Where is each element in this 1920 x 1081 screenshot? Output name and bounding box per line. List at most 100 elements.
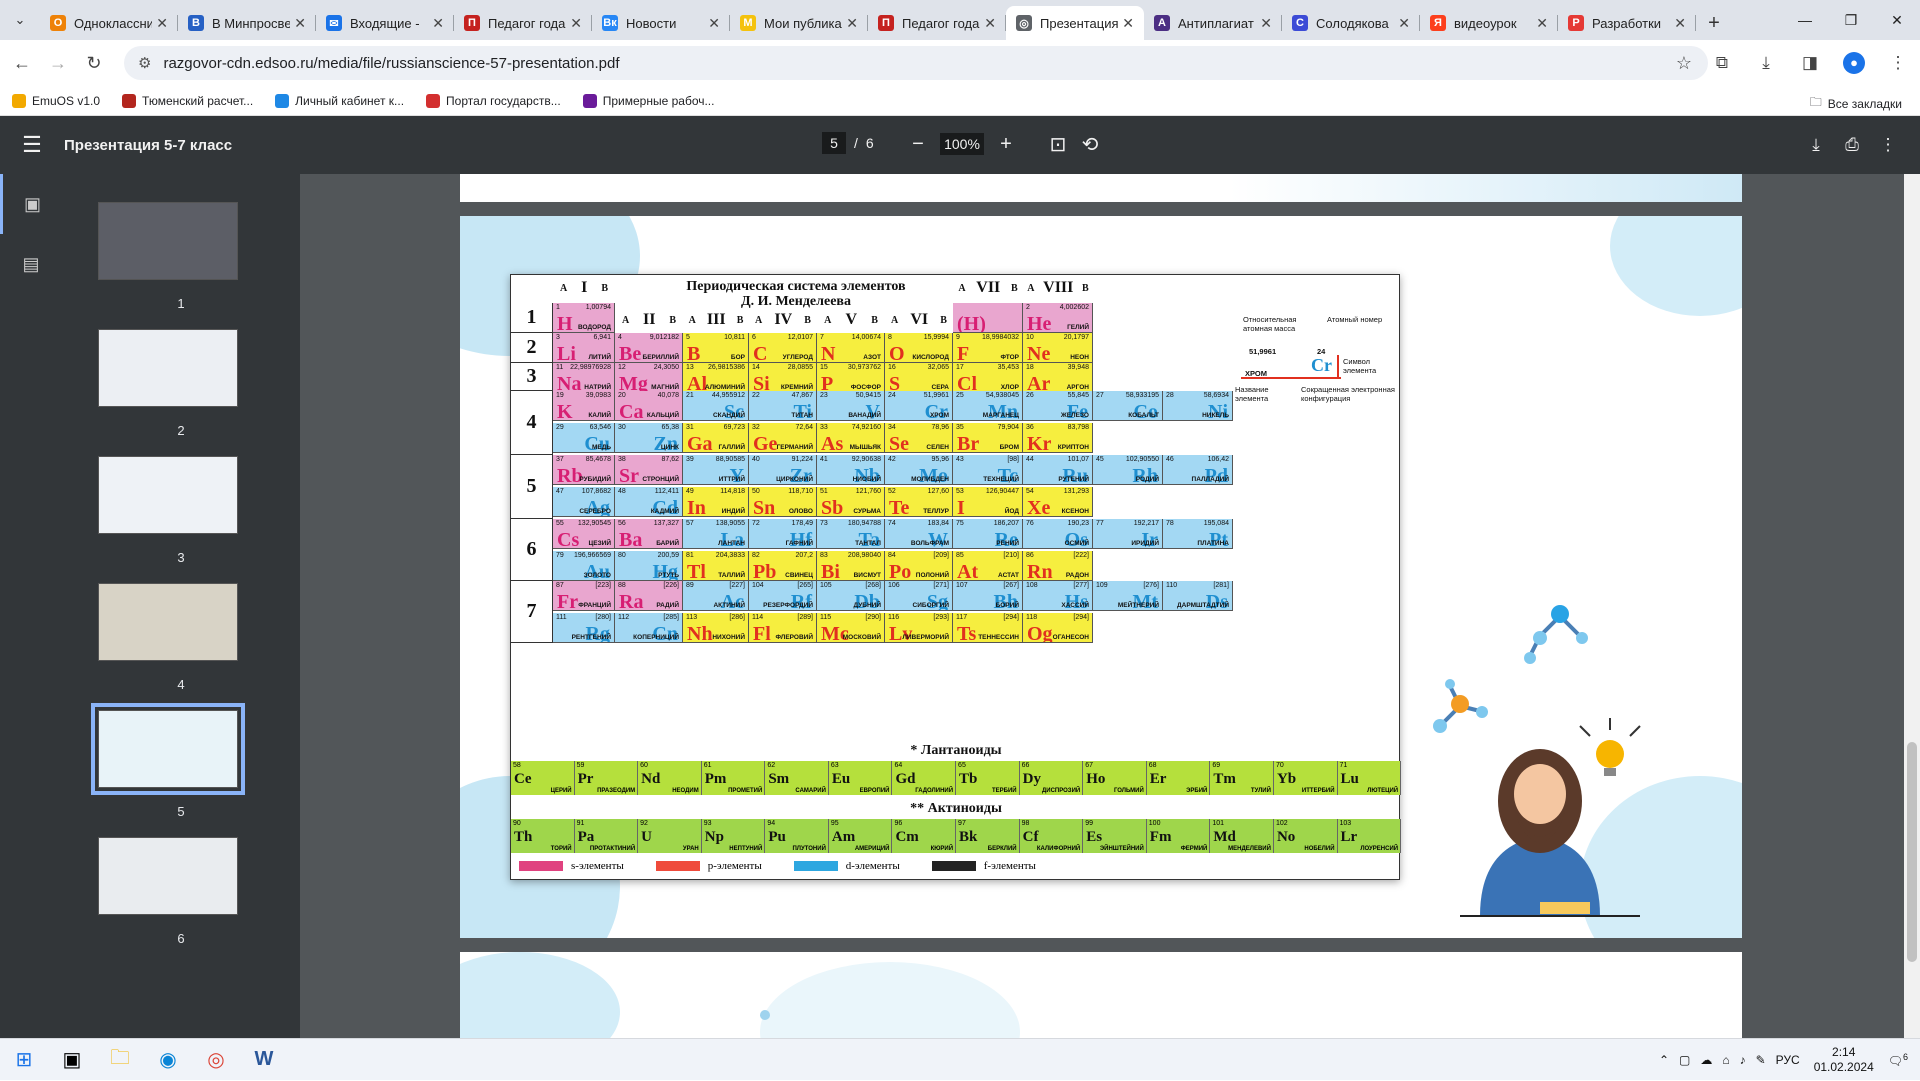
tab-close-icon[interactable]: ✕ — [1674, 15, 1686, 32]
viewer-scrollbar[interactable] — [1904, 174, 1920, 1038]
element-name: БЕРКЛИЙ — [987, 846, 1017, 852]
print-icon[interactable]: ⎙ — [1834, 130, 1870, 160]
profile-avatar[interactable]: ● — [1832, 45, 1876, 81]
browser-tab[interactable]: М Мои публикации✕ — [730, 6, 868, 40]
meet-icon[interactable]: ▢ — [1679, 1053, 1690, 1067]
tab-close-icon[interactable]: ✕ — [294, 15, 306, 32]
atomic-mass: 55,845 — [1067, 392, 1089, 399]
more-options-icon[interactable]: ⋮ — [1870, 130, 1906, 160]
volume-icon[interactable]: ♪ — [1740, 1053, 1746, 1067]
browser-tab[interactable]: ◎ Презентация ✕ — [1006, 6, 1144, 40]
tab-close-icon[interactable]: ✕ — [1536, 15, 1548, 32]
page-thumbnail[interactable] — [98, 329, 238, 407]
browser-tab[interactable]: Явидеоурок ✕ — [1420, 6, 1558, 40]
task-view-icon[interactable]: ▣ — [48, 1039, 96, 1081]
notifications-icon[interactable]: 🗨6 — [1888, 1052, 1908, 1068]
word-icon[interactable]: W — [240, 1039, 288, 1081]
page-thumbnail[interactable] — [91, 703, 245, 795]
all-bookmarks[interactable]: 🗀 Все закладки — [1810, 93, 1902, 114]
tab-close-icon[interactable]: ✕ — [432, 15, 444, 32]
zoom-out-button[interactable]: − — [902, 130, 934, 158]
tab-close-icon[interactable]: ✕ — [1122, 15, 1134, 32]
file-explorer-icon[interactable]: 🗀 — [96, 1039, 144, 1081]
page-thumbnail[interactable] — [98, 583, 238, 661]
tray-expand-icon[interactable]: ⌃ — [1659, 1053, 1669, 1067]
tab-search-dropdown[interactable]: ⌄ — [0, 0, 40, 40]
menu-icon[interactable]: ☰ — [0, 132, 64, 158]
element-name: ТАЛЛИЙ — [718, 572, 745, 579]
site-info-icon[interactable]: ⚙ — [138, 54, 151, 72]
element-symbol: Kr — [1027, 433, 1052, 453]
element-cell: (H) — [953, 303, 1023, 333]
tab-close-icon[interactable]: ✕ — [1260, 15, 1272, 32]
page-thumbnail[interactable] — [98, 456, 238, 534]
reload-button[interactable]: ↻ — [76, 45, 112, 81]
tab-close-icon[interactable]: ✕ — [846, 15, 858, 32]
tab-close-icon[interactable]: ✕ — [708, 15, 720, 32]
bookmark-item[interactable]: EmuOS v1.0 — [12, 93, 100, 108]
zoom-in-button[interactable]: + — [990, 130, 1022, 158]
page-thumbnail[interactable] — [98, 202, 238, 280]
browser-tab[interactable]: Р Разработки ✕ — [1558, 6, 1696, 40]
page-thumbnail[interactable] — [98, 837, 238, 915]
browser-tab[interactable]: В В Минпросвещения✕ — [178, 6, 316, 40]
outline-view-icon[interactable]: ▤ — [0, 234, 62, 294]
downloads-icon[interactable]: ⤓ — [1744, 45, 1788, 81]
pdf-page-5: Периодическая система элементов Д. И. Ме… — [460, 216, 1742, 938]
browser-tab[interactable]: ✉ Входящие - ✕ — [316, 6, 454, 40]
forward-button[interactable]: → — [40, 45, 76, 81]
page-number-input[interactable]: 5 — [822, 132, 846, 154]
bookmark-favicon-icon — [275, 93, 290, 108]
address-url[interactable]: razgovor-cdn.edsoo.ru/media/file/russian… — [163, 55, 1675, 72]
clock[interactable]: 2:14 01.02.2024 — [1814, 1045, 1874, 1075]
element-cell: 59 Pr ПРАЗЕОДИМ — [574, 761, 639, 795]
bookmark-item[interactable]: Личный кабинет к... — [275, 93, 404, 108]
zoom-input[interactable]: 100% — [940, 133, 984, 155]
tab-close-icon[interactable]: ✕ — [570, 15, 582, 32]
browser-tab[interactable]: О Одноклассники✕ — [40, 6, 178, 40]
browser-tab[interactable]: А Антиплагиат ✕ — [1144, 6, 1282, 40]
browser-tab[interactable]: П Педагог года ✕ — [868, 6, 1006, 40]
language-indicator[interactable]: РУС — [1776, 1053, 1800, 1067]
onedrive-icon[interactable]: ☁ — [1700, 1053, 1712, 1067]
new-tab-button[interactable]: + — [1696, 6, 1732, 40]
element-name: РУБИДИЙ — [579, 476, 611, 483]
restore-button[interactable]: ❐ — [1828, 0, 1874, 40]
bookmark-star-icon[interactable]: ☆ — [1676, 53, 1692, 74]
element-name: ТЕХНЕЦИЙ — [983, 476, 1019, 483]
bookmark-item[interactable]: Тюменский расчет... — [122, 93, 253, 108]
extensions-icon[interactable]: ⧉ — [1700, 45, 1744, 81]
fit-page-icon[interactable]: ⊡ — [1042, 130, 1074, 158]
element-name: НИОБИЙ — [852, 476, 881, 483]
tab-close-icon[interactable]: ✕ — [156, 15, 168, 32]
thumbnails-view-icon[interactable]: ▣ — [0, 174, 62, 234]
element-name: СЕРЕБРО — [579, 508, 611, 515]
close-window-button[interactable]: ✕ — [1874, 0, 1920, 40]
element-name: ИТТЕРБИЙ — [1301, 788, 1335, 794]
network-icon[interactable]: ⌂ — [1722, 1053, 1729, 1067]
element-cell: 116 [293] Lv ЛИВЕРМОРИЙ — [885, 613, 953, 643]
start-button[interactable]: ⊞ — [0, 1039, 48, 1081]
tab-close-icon[interactable]: ✕ — [1398, 15, 1410, 32]
chrome-icon[interactable]: ◎ — [192, 1039, 240, 1081]
address-bar[interactable]: ⚙ razgovor-cdn.edsoo.ru/media/file/russi… — [124, 46, 1708, 80]
rotate-icon[interactable]: ⟲ — [1074, 130, 1106, 158]
back-button[interactable]: ← — [4, 45, 40, 81]
browser-tab[interactable]: С Солодякова ✕ — [1282, 6, 1420, 40]
pen-icon[interactable]: ✎ — [1756, 1053, 1766, 1067]
browser-menu-icon[interactable]: ⋮ — [1876, 45, 1920, 81]
tab-close-icon[interactable]: ✕ — [984, 15, 996, 32]
browser-tab[interactable]: Вк Новости ✕ — [592, 6, 730, 40]
element-symbol: Ge — [753, 433, 778, 453]
atomic-number: 89 — [686, 582, 694, 589]
scrollbar-thumb[interactable] — [1907, 742, 1917, 962]
bookmark-item[interactable]: Портал государств... — [426, 93, 561, 108]
bookmark-item[interactable]: Примерные рабоч... — [582, 93, 714, 108]
side-panel-icon[interactable]: ◨ — [1788, 45, 1832, 81]
element-cell: 68 Er ЭРБИЙ — [1146, 761, 1211, 795]
download-icon[interactable]: ⤓ — [1798, 130, 1834, 160]
edge-icon[interactable]: ◉ — [144, 1039, 192, 1081]
atomic-number: 108 — [1026, 582, 1038, 589]
minimize-button[interactable]: — — [1782, 0, 1828, 40]
browser-tab[interactable]: П Педагог года ✕ — [454, 6, 592, 40]
